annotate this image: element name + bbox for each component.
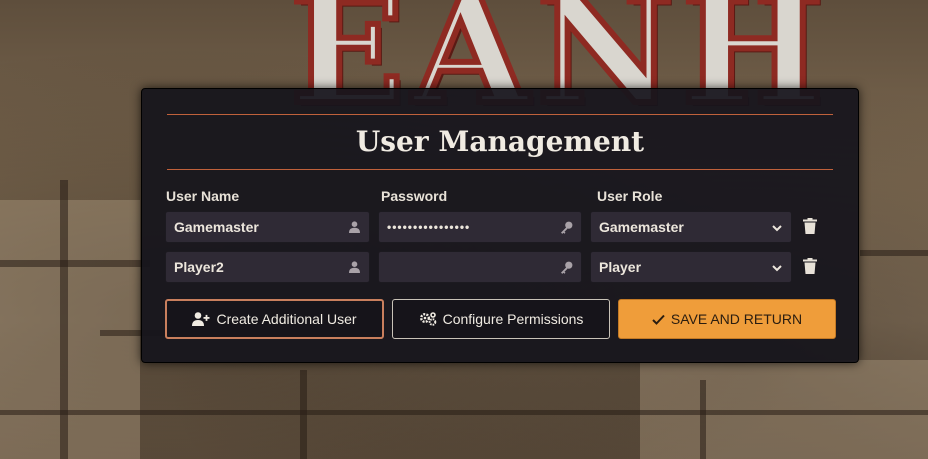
trash-icon[interactable] [803,218,819,236]
password-value: •••••••••••••••• [387,220,471,234]
save-and-return-button[interactable]: SAVE AND RETURN [618,299,836,339]
password-input[interactable]: •••••••••••••••• [378,211,582,243]
configure-permissions-label: Configure Permissions [442,311,584,327]
trash-icon[interactable] [803,258,819,276]
user-role-select[interactable]: Gamemaster [590,211,792,243]
cogs-icon [419,312,437,326]
user-plus-icon [192,312,210,326]
column-header-user-name: User Name [166,188,240,204]
user-name-input[interactable]: Gamemaster [165,211,370,243]
dialog-title: User Management [355,125,645,158]
save-and-return-label: SAVE AND RETURN [670,311,803,327]
configure-permissions-button[interactable]: Configure Permissions [392,299,610,339]
user-role-select[interactable]: Player [590,251,792,283]
title-bottom-rule [167,169,833,170]
user-name-input[interactable]: Player2 [165,251,370,283]
chevron-down-icon [771,261,783,273]
create-additional-user-button[interactable]: Create Additional User [165,299,384,339]
chevron-down-icon [771,221,783,233]
user-management-dialog: User Management User Name Password User … [141,88,859,363]
key-icon [559,220,573,234]
check-icon [652,314,665,325]
user-icon [347,260,361,274]
user-name-value: Gamemaster [174,219,259,235]
create-additional-user-label: Create Additional User [216,311,357,327]
column-header-password: Password [381,188,448,204]
key-icon [559,260,573,274]
password-input[interactable] [378,251,582,283]
title-top-rule [167,114,833,115]
user-role-value: Gamemaster [599,219,684,235]
user-icon [347,220,361,234]
column-header-user-role: User Role [597,188,663,204]
user-name-value: Player2 [174,259,224,275]
user-role-value: Player [599,259,642,275]
